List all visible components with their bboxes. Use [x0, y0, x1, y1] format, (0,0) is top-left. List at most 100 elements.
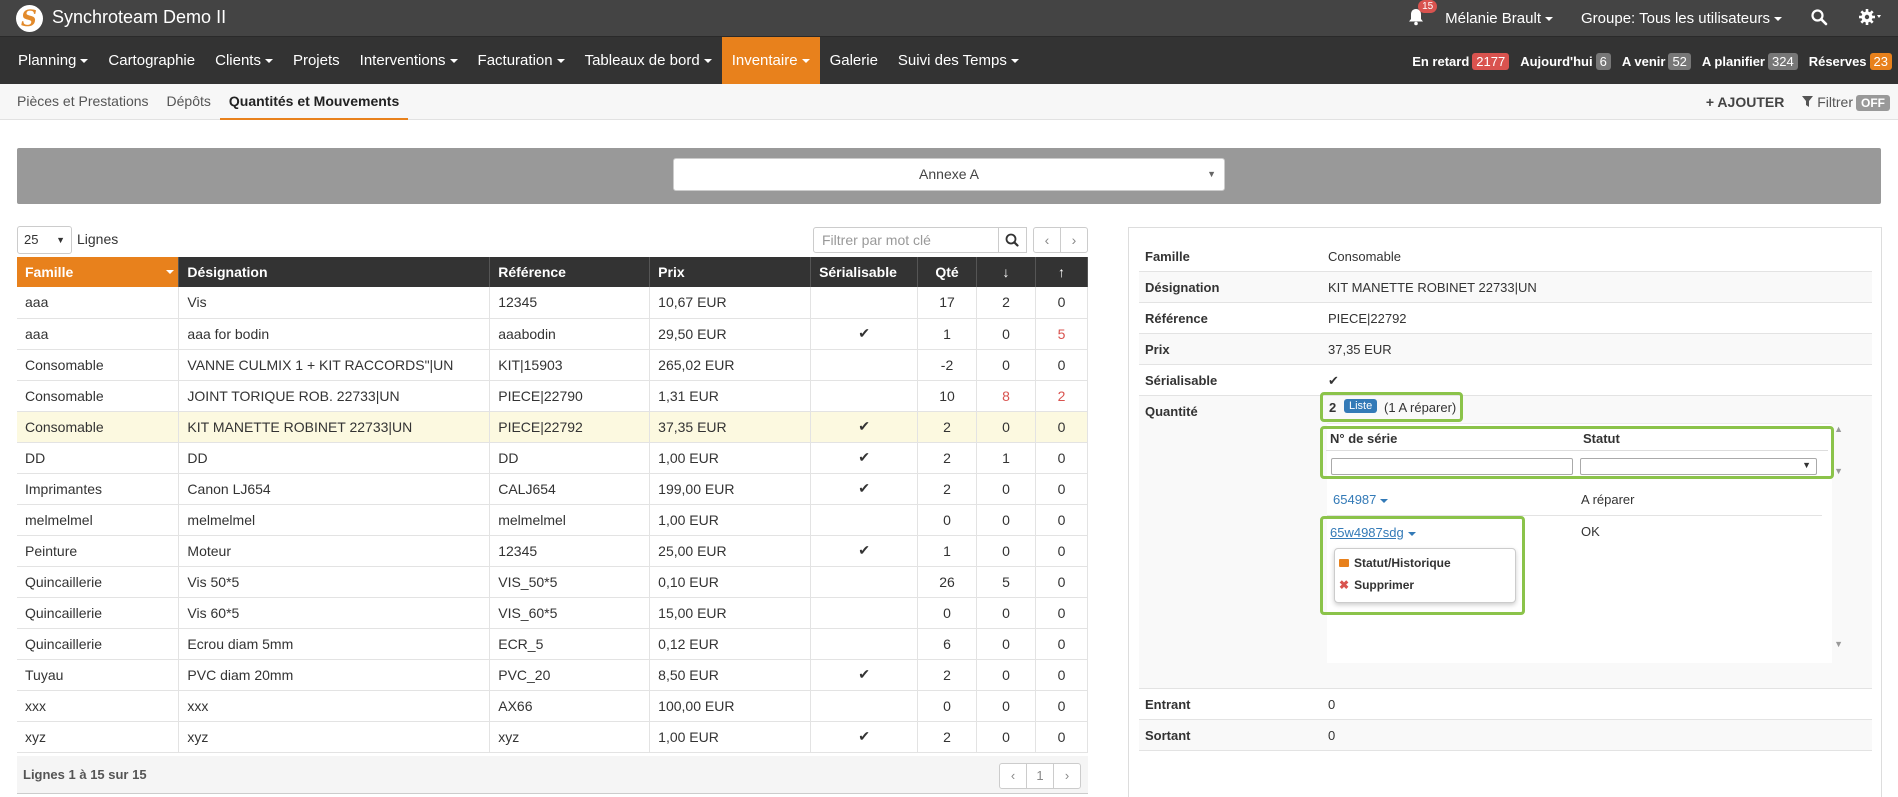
cell-prix: 1,00 EUR [649, 504, 812, 536]
keyword-filter-input[interactable]: Filtrer par mot clé [813, 227, 999, 253]
nav-item-facturation[interactable]: Facturation [468, 37, 575, 85]
table-row[interactable]: aaa aaa for bodin aaabodin 29,50 EUR ✔ 1 0 5 [17, 318, 1089, 350]
subtab-1[interactable]: Dépôts [158, 84, 220, 120]
nav-item-interventions[interactable]: Interventions [350, 37, 468, 85]
app-title[interactable]: Synchroteam Demo II [52, 7, 226, 28]
stat-count-badge: 324 [1768, 52, 1798, 70]
column-header-5[interactable]: Qté [917, 257, 978, 287]
serial-link[interactable]: 654987 [1333, 492, 1389, 507]
nav-item-suivi-des-temps[interactable]: Suivi des Temps [888, 37, 1029, 85]
cell-designation: VANNE CULMIX 1 + KIT RACCORDS"|UN [178, 349, 491, 381]
depot-select[interactable]: Annexe A ▼ [673, 158, 1225, 191]
gear-icon[interactable] [1858, 8, 1881, 28]
add-button[interactable]: + AJOUTER [1706, 94, 1784, 110]
column-header-7[interactable]: ↑ [1035, 257, 1089, 287]
column-header-2[interactable]: Référence [489, 257, 651, 287]
chevron-down-icon [1407, 531, 1416, 536]
column-header-6[interactable]: ↓ [976, 257, 1036, 287]
table-row[interactable]: Quincaillerie Vis 50*5 VIS_50*5 0,10 EUR 26 5… [17, 566, 1089, 598]
cell-qte: 2 [917, 721, 978, 753]
group-menu[interactable]: Groupe: Tous les utilisateurs [1581, 10, 1782, 27]
cell-out: 0 [1035, 504, 1089, 536]
cell-famille: aaa [17, 318, 180, 350]
notifications-bell-icon[interactable]: 15 [1407, 0, 1438, 28]
search-button[interactable] [999, 227, 1027, 253]
current-page[interactable]: 1 [1027, 764, 1054, 788]
stat-3[interactable]: A planifier 324 [1702, 52, 1798, 70]
nav-item-clients[interactable]: Clients [205, 37, 283, 85]
stat-4[interactable]: Réserves 23 [1809, 52, 1892, 70]
nav-item-planning[interactable]: Planning [8, 37, 98, 85]
table-footer: Lignes 1 à 15 sur 15 ‹ 1 › [17, 756, 1088, 794]
cell-prix: 10,67 EUR [649, 287, 812, 319]
serial-filter-input[interactable] [1331, 458, 1573, 475]
table-row[interactable]: xxx xxx AX66 100,00 EUR 0 0 0 [17, 690, 1089, 722]
user-menu[interactable]: Mélanie Brault [1445, 10, 1553, 27]
table-row[interactable]: Quincaillerie Ecrou diam 5mm ECR_5 0,12 EUR… [17, 628, 1089, 660]
serial-actions-menu: Statut/Historique ✖ Supprimer [1334, 548, 1516, 603]
check-icon [810, 349, 919, 381]
scroll-up-icon[interactable]: ▲ [1834, 424, 1843, 434]
table-row[interactable]: melmelmel melmelmel melmelmel 1,00 EUR 0 0 0 [17, 504, 1089, 536]
table-row[interactable]: DD DD DD 1,00 EUR ✔ 2 1 0 [17, 442, 1089, 474]
stat-2[interactable]: A venir 52 [1622, 52, 1691, 70]
column-header-1[interactable]: Désignation [178, 257, 491, 287]
app-logo[interactable]: S [16, 5, 43, 32]
subtab-0[interactable]: Pièces et Prestations [8, 84, 158, 120]
table-row[interactable]: Peinture Moteur 12345 25,00 EUR ✔ 1 0 0 [17, 535, 1089, 567]
chevron-down-icon [1774, 16, 1782, 21]
cell-famille: melmelmel [17, 504, 180, 536]
column-header-4[interactable]: Sérialisable [810, 257, 919, 287]
nav-item-inventaire[interactable]: Inventaire [721, 37, 820, 85]
cell-prix: 25,00 EUR [649, 535, 812, 567]
cell-out: 0 [1035, 721, 1089, 753]
stat-0[interactable]: En retard 2177 [1412, 52, 1510, 70]
cell-designation: Moteur [178, 535, 491, 567]
top-bar: S Synchroteam Demo II 15 Mélanie Brault … [0, 0, 1898, 36]
nav-item-tableaux-de-bord[interactable]: Tableaux de bord [575, 37, 722, 85]
menu-item-history[interactable]: Statut/Historique [1339, 556, 1451, 570]
table-row[interactable]: Imprimantes Canon LJ654 CALJ654 199,00 EUR ✔… [17, 473, 1089, 505]
detail-row-designation: Désignation KIT MANETTE ROBINET 22733|UN [1139, 272, 1872, 303]
scroll-down-icon[interactable]: ▼ [1834, 639, 1843, 649]
column-header-3[interactable]: Prix [649, 257, 812, 287]
col-serial-header: N° de série [1330, 431, 1398, 446]
column-header-0[interactable]: Famille [17, 257, 180, 287]
cell-out: 0 [1035, 473, 1089, 505]
subtab-2[interactable]: Quantités et Mouvements [219, 84, 409, 120]
nav-item-galerie[interactable]: Galerie [820, 37, 888, 85]
cell-designation: xyz [178, 721, 491, 753]
table-row[interactable]: Tuyau PVC diam 20mm PVC_20 8,50 EUR ✔ 2 0 0 [17, 659, 1089, 691]
stat-1[interactable]: Aujourd'hui 6 [1520, 52, 1611, 70]
next-page-button[interactable]: › [1054, 764, 1080, 788]
table-row[interactable]: Consomable VANNE CULMIX 1 + KIT RACCORDS"… [17, 349, 1089, 381]
serial-link[interactable]: 65w4987sdg [1330, 525, 1416, 540]
scroll-down-icon[interactable]: ▼ [1834, 466, 1843, 476]
cell-qte: 1 [917, 318, 978, 350]
table-row[interactable]: Consomable KIT MANETTE ROBINET 22733|UN PI… [17, 411, 1089, 443]
nav-item-projets[interactable]: Projets [283, 37, 350, 85]
liste-button[interactable]: Liste [1344, 399, 1378, 413]
cell-reference: melmelmel [489, 504, 651, 536]
nav-item-cartographie[interactable]: Cartographie [98, 37, 205, 85]
table-row[interactable]: aaa Vis 12345 10,67 EUR 17 2 0 [17, 287, 1089, 319]
quantity-value: 2 [1329, 400, 1337, 415]
status-filter-select[interactable]: ▼ [1580, 458, 1817, 475]
check-icon [810, 566, 919, 598]
filter-toggle[interactable]: Filtrer OFF [1802, 94, 1890, 111]
menu-item-delete[interactable]: ✖ Supprimer [1339, 578, 1414, 592]
cell-qte: 0 [917, 504, 978, 536]
cell-reference: PIECE|22790 [489, 380, 651, 412]
table-row[interactable]: Quincaillerie Vis 60*5 VIS_60*5 15,00 EUR 0 0… [17, 597, 1089, 629]
next-page-button[interactable]: › [1061, 228, 1087, 252]
prev-page-button[interactable]: ‹ [1000, 764, 1027, 788]
check-icon [810, 504, 919, 536]
cell-qte: -2 [917, 349, 978, 381]
cell-prix: 15,00 EUR [649, 597, 812, 629]
table-row[interactable]: Consomable JOINT TORIQUE ROB. 22733|UN PIE… [17, 380, 1089, 412]
page-length-select[interactable]: 25 ▼ [17, 226, 72, 254]
search-icon[interactable] [1810, 8, 1832, 28]
prev-page-button[interactable]: ‹ [1034, 228, 1061, 252]
table-row[interactable]: xyz xyz xyz 1,00 EUR ✔ 2 0 0 [17, 721, 1089, 753]
cell-prix: 1,31 EUR [649, 380, 812, 412]
